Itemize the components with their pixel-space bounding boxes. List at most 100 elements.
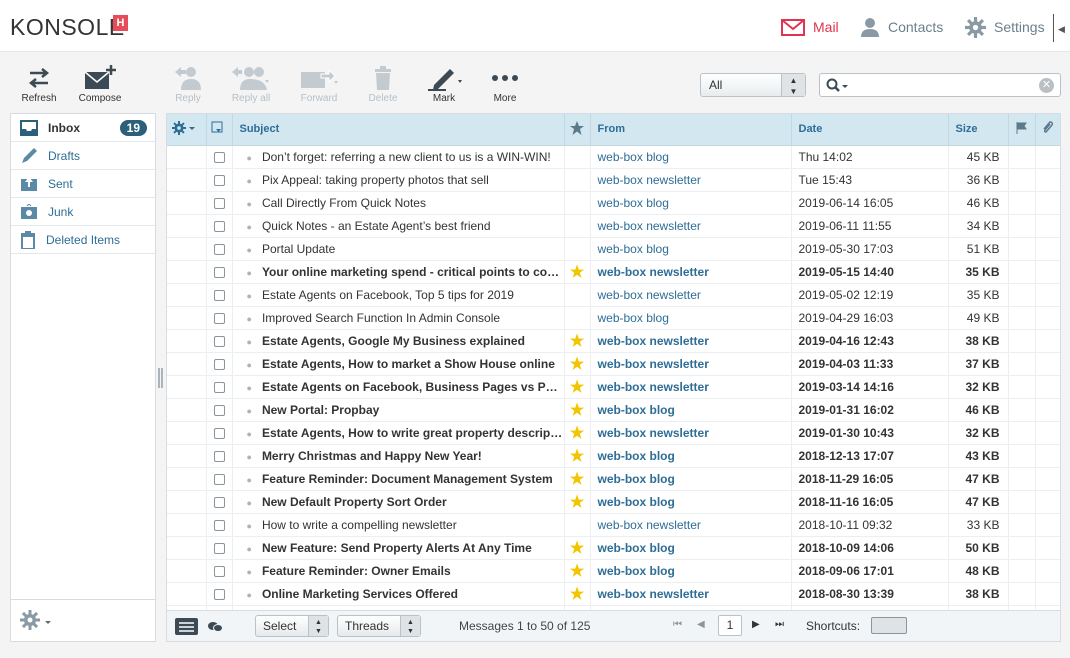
message-subject[interactable]: ● Improved Search Function In Admin Conso… [232, 306, 565, 330]
row-checkbox-cell[interactable] [206, 352, 233, 376]
table-row[interactable]: ● Estate Agents, Google My Business expla… [167, 329, 1060, 353]
message-flag-status[interactable] [1008, 536, 1036, 560]
row-checkbox-cell[interactable] [206, 444, 233, 468]
row-checkbox[interactable] [213, 381, 225, 393]
message-flag[interactable] [564, 168, 591, 192]
message-flag-status[interactable] [1008, 582, 1036, 606]
row-checkbox[interactable] [213, 151, 225, 163]
row-checkbox-cell[interactable] [206, 329, 233, 353]
message-flag-status[interactable] [1008, 260, 1036, 284]
more-button[interactable]: More [477, 63, 533, 104]
message-subject[interactable]: ● Estate Agents on Facebook, Top 5 tips f… [232, 283, 565, 307]
message-flag[interactable]: ★ [564, 352, 591, 376]
message-flag[interactable]: ★ [564, 375, 591, 399]
message-flag-status[interactable] [1008, 329, 1036, 353]
table-row[interactable]: ● Quick Notes - an Estate Agent’s best fr… [167, 214, 1060, 238]
row-checkbox[interactable] [213, 404, 225, 416]
message-subject[interactable]: ● Don’t forget: referring a new client to… [232, 145, 565, 169]
row-checkbox-cell[interactable] [206, 582, 233, 606]
subject-column-header[interactable]: Subject [232, 114, 565, 146]
message-flag-status[interactable] [1008, 145, 1036, 169]
table-row[interactable]: ● Portal Update web-box blog 2019-05-30 17:… [167, 237, 1060, 261]
message-flag[interactable]: ★ [564, 398, 591, 422]
message-subject[interactable]: ● New Portal: Propbay [232, 398, 565, 422]
flag-column-header[interactable] [564, 114, 591, 146]
size-column-header[interactable]: Size [948, 114, 1009, 146]
message-subject[interactable]: ● Merry Christmas and Happy New Year! [232, 444, 565, 468]
table-row[interactable]: ● New Feature: Send Property Alerts At An… [167, 536, 1060, 560]
table-row[interactable]: ● Estate Agents on Facebook, Top 5 tips f… [167, 283, 1060, 307]
row-checkbox-cell[interactable] [206, 513, 233, 537]
row-checkbox[interactable] [213, 588, 225, 600]
search-box[interactable]: ✕ [819, 73, 1061, 97]
nav-mail[interactable]: Mail [781, 12, 839, 42]
message-flag-status[interactable] [1008, 398, 1036, 422]
row-checkbox[interactable] [213, 312, 225, 324]
page-number-input[interactable]: 1 [718, 615, 742, 636]
message-flag[interactable]: ★ [564, 536, 591, 560]
filter-select[interactable]: All ▲ ▼ [700, 73, 806, 97]
table-row[interactable]: ● New Portal: Propbay ★ web-box blog 2019-01… [167, 398, 1060, 422]
table-row[interactable]: ● Estate Agents, How to write great prope… [167, 421, 1060, 445]
message-flag[interactable]: ★ [564, 467, 591, 491]
row-checkbox-cell[interactable] [206, 306, 233, 330]
pane-splitter[interactable] [158, 368, 163, 388]
row-checkbox-cell[interactable] [206, 421, 233, 445]
table-row[interactable]: ● Feature Reminder: Document Management S… [167, 467, 1060, 491]
row-checkbox-cell[interactable] [206, 214, 233, 238]
message-flag-status[interactable] [1008, 490, 1036, 514]
row-checkbox-cell[interactable] [206, 467, 233, 491]
row-checkbox-cell[interactable] [206, 490, 233, 514]
row-checkbox-cell[interactable] [206, 536, 233, 560]
message-flag-status[interactable] [1008, 168, 1036, 192]
list-view-icon[interactable] [175, 618, 198, 635]
reply-button[interactable]: Reply [160, 63, 216, 104]
delete-button[interactable]: Delete [355, 63, 411, 104]
folder-drafts[interactable]: Drafts [11, 142, 155, 170]
message-flag[interactable]: ★ [564, 260, 591, 284]
message-subject[interactable]: ● Pix Appeal: taking property photos that… [232, 168, 565, 192]
table-row[interactable]: ● New Default Property Sort Order ★ web-box… [167, 490, 1060, 514]
message-subject[interactable]: ● Call Directly From Quick Notes [232, 191, 565, 215]
compose-button[interactable]: Compose [72, 63, 128, 104]
forward-button[interactable]: Forward [291, 63, 347, 104]
message-flag[interactable]: ★ [564, 582, 591, 606]
message-flag[interactable]: ★ [564, 421, 591, 445]
row-checkbox[interactable] [213, 450, 225, 462]
table-row[interactable]: ● Merry Christmas and Happy New Year! ★ web… [167, 444, 1060, 468]
table-row[interactable]: ● Estate Agents on Facebook, Business Pag… [167, 375, 1060, 399]
message-flag[interactable] [564, 513, 591, 537]
next-page-icon[interactable]: ▶ [752, 619, 760, 630]
row-checkbox[interactable] [213, 358, 225, 370]
folder-deleted-items[interactable]: Deleted Items [11, 226, 155, 254]
message-subject[interactable]: ● Your online marketing spend - critical … [232, 260, 565, 284]
row-checkbox-cell[interactable] [206, 398, 233, 422]
message-flag-status[interactable] [1008, 352, 1036, 376]
from-column-header[interactable]: From [590, 114, 792, 146]
message-flag-status[interactable] [1008, 513, 1036, 537]
threads-dropdown[interactable]: Threads ▲ ▼ [337, 615, 421, 637]
message-flag-status[interactable] [1008, 467, 1036, 491]
row-checkbox[interactable] [213, 335, 225, 347]
row-checkbox[interactable] [213, 565, 225, 577]
table-row[interactable]: ● Your online marketing spend - critical … [167, 260, 1060, 284]
row-checkbox[interactable] [213, 542, 225, 554]
keyboard-icon[interactable] [871, 617, 907, 634]
row-checkbox[interactable] [213, 243, 225, 255]
message-flag[interactable] [564, 191, 591, 215]
message-flag-status[interactable] [1008, 237, 1036, 261]
table-row[interactable]: ● Estate Agents, How to market a Show Hou… [167, 352, 1060, 376]
row-checkbox-cell[interactable] [206, 375, 233, 399]
message-subject[interactable]: ● Estate Agents on Facebook, Business Pag… [232, 375, 565, 399]
message-flag-status[interactable] [1008, 444, 1036, 468]
folder-sent[interactable]: Sent [11, 170, 155, 198]
message-flag-status[interactable] [1008, 559, 1036, 583]
user-menu-caret-icon[interactable]: ◀ [1058, 24, 1065, 35]
folder-junk[interactable]: Junk [11, 198, 155, 226]
first-page-icon[interactable]: ⏮ [673, 619, 682, 630]
message-flag-status[interactable] [1008, 283, 1036, 307]
folder-inbox[interactable]: Inbox 19 [11, 114, 155, 142]
row-checkbox[interactable] [213, 427, 225, 439]
message-subject[interactable]: ● Feature Reminder: Owner Emails [232, 559, 565, 583]
row-checkbox-cell[interactable] [206, 283, 233, 307]
